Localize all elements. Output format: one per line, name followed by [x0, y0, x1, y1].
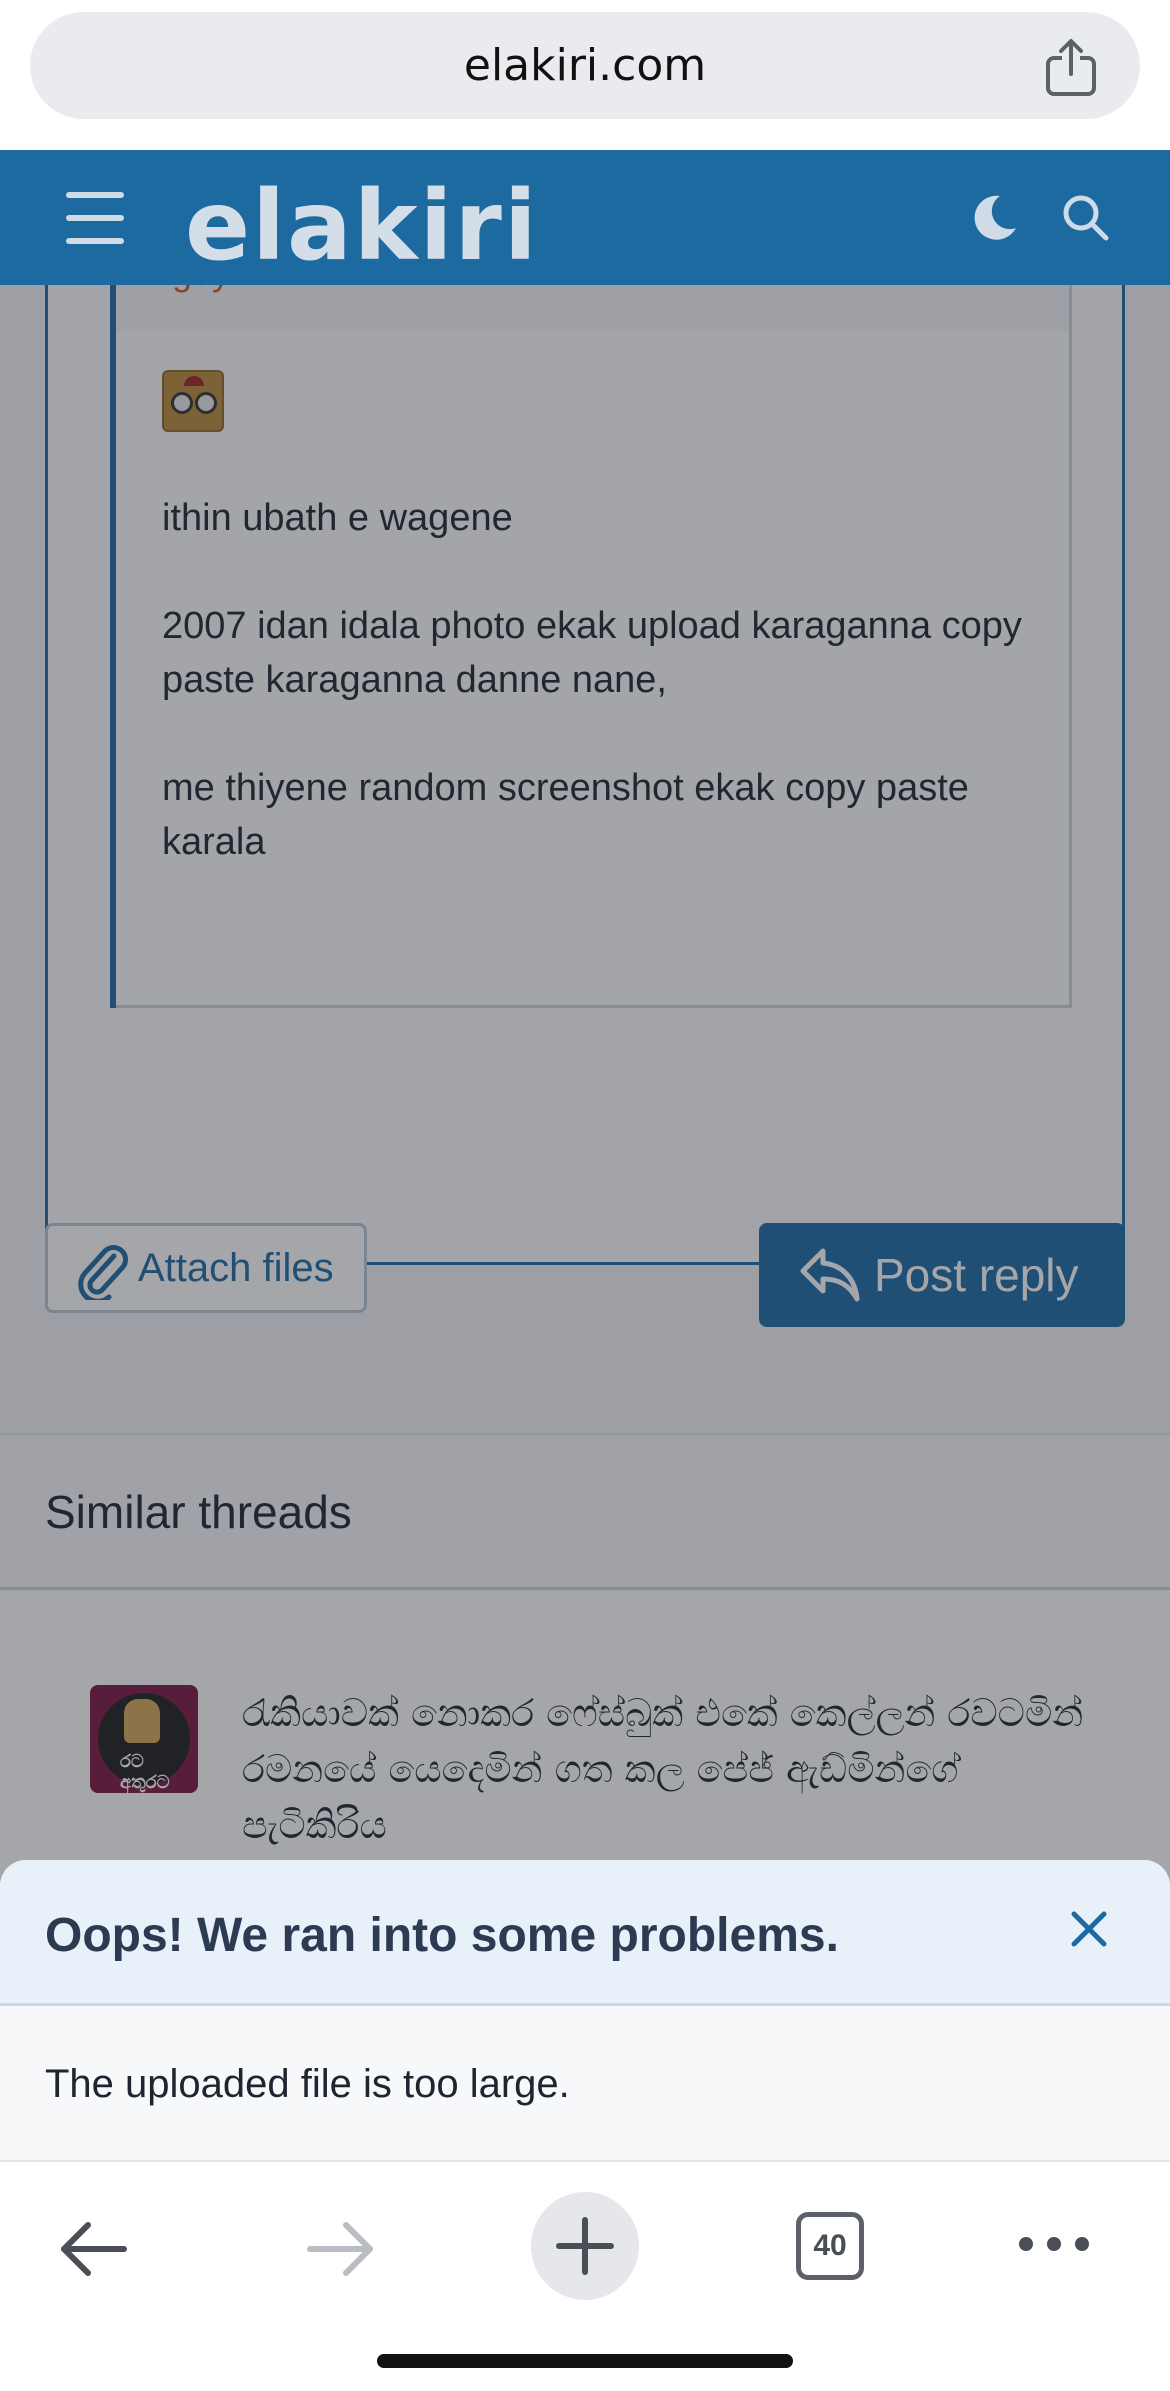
- site-logo[interactable]: elakiri: [185, 170, 539, 282]
- ellipsis-icon[interactable]: [1016, 2232, 1092, 2256]
- arrow-right-icon[interactable]: [304, 2220, 376, 2278]
- address-bar[interactable]: elakiri.com: [30, 12, 1140, 119]
- new-tab-button[interactable]: [531, 2192, 639, 2300]
- url-text[interactable]: elakiri.com: [30, 12, 1140, 119]
- browser-toolbar: 40: [0, 2160, 1170, 2391]
- error-notice: Oops! We ran into some problems. The upl…: [0, 1860, 1170, 2160]
- error-title: Oops! We ran into some problems.: [45, 1909, 839, 1962]
- hamburger-icon[interactable]: [66, 192, 124, 244]
- share-icon[interactable]: [1044, 38, 1098, 98]
- browser-address-area: elakiri.com: [0, 0, 1170, 150]
- plus-icon: [556, 2217, 614, 2275]
- site-header: elakiri: [0, 150, 1170, 285]
- error-message: The uploaded file is too large.: [45, 2062, 570, 2106]
- close-icon[interactable]: [1066, 1906, 1112, 1952]
- arrow-left-icon[interactable]: [58, 2220, 130, 2278]
- search-icon[interactable]: [1058, 190, 1114, 246]
- moon-icon[interactable]: [966, 190, 1022, 246]
- error-notice-header: Oops! We ran into some problems.: [0, 1860, 1170, 2006]
- tabs-button[interactable]: 40: [796, 2212, 864, 2280]
- home-indicator: [377, 2354, 793, 2368]
